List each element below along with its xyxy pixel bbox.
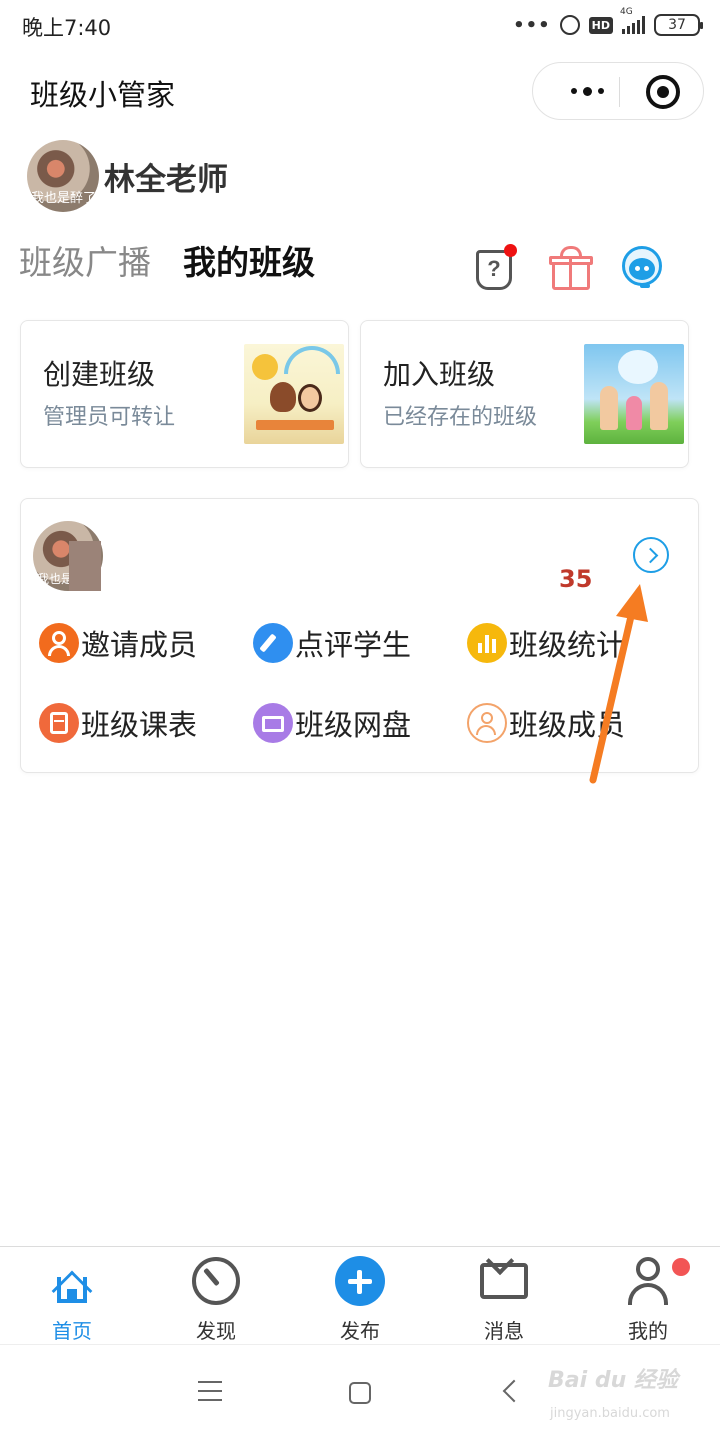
- hd-badge: HD: [588, 16, 613, 34]
- tab-publish[interactable]: 发布: [300, 1255, 420, 1343]
- feature-label: 班级网盘: [295, 708, 412, 742]
- close-miniprogram-icon[interactable]: [646, 75, 680, 109]
- teacher-name: 林全老师: [104, 162, 228, 198]
- review-student-icon: [253, 623, 293, 663]
- join-class-subtitle: 已经存在的班级: [383, 405, 538, 430]
- class-disk-button[interactable]: 班级网盘: [253, 701, 411, 745]
- customer-service-icon[interactable]: [618, 244, 664, 292]
- join-class-title: 加入班级: [383, 358, 496, 391]
- message-icon: [480, 1246, 528, 1305]
- feature-label: 点评学生: [295, 628, 412, 662]
- help-icon[interactable]: ?: [472, 244, 518, 292]
- recent-apps-icon[interactable]: [198, 1381, 222, 1401]
- publish-icon: [335, 1256, 385, 1306]
- join-class-card[interactable]: 加入班级 已经存在的班级: [360, 320, 689, 468]
- watermark-url: jingyan.baidu.com: [550, 1406, 670, 1421]
- tab-discover[interactable]: 发现: [156, 1255, 276, 1343]
- tab-label: 发现: [196, 1319, 236, 1343]
- class-schedule-button[interactable]: 班级课表: [39, 701, 197, 745]
- feature-label: 班级课表: [81, 708, 198, 742]
- watermark: Bai du 经验: [548, 1368, 678, 1393]
- avatar[interactable]: 我也是醉了: [27, 140, 99, 212]
- app-title: 班级小管家: [30, 78, 176, 112]
- member-count: 35: [559, 565, 593, 593]
- tab-class-broadcast[interactable]: 班级广播: [19, 236, 151, 284]
- network-type: 4G: [620, 7, 633, 17]
- profile-icon: [624, 1257, 672, 1305]
- create-class-card[interactable]: 创建班级 管理员可转让: [20, 320, 349, 468]
- status-time: 晚上7:40: [22, 16, 112, 40]
- redacted-area: [69, 541, 101, 591]
- create-class-illustration: [244, 344, 344, 444]
- notification-dot: [504, 244, 517, 257]
- feature-label: 班级统计: [509, 628, 626, 662]
- status-icons: ••• HD 4G 37: [513, 7, 703, 38]
- join-class-illustration: [584, 344, 684, 444]
- signal-icon: 4G: [620, 7, 645, 34]
- tab-label: 首页: [52, 1319, 92, 1343]
- invite-members-button[interactable]: 邀请成员: [39, 621, 197, 665]
- create-class-title: 创建班级: [43, 358, 156, 391]
- class-stats-button[interactable]: 班级统计: [467, 621, 625, 665]
- tab-mine[interactable]: 我的: [588, 1255, 708, 1343]
- discover-icon: [192, 1257, 240, 1305]
- create-class-subtitle: 管理员可转让: [43, 405, 176, 430]
- class-members-icon: [467, 703, 507, 743]
- tab-label: 我的: [628, 1319, 668, 1343]
- feature-label: 邀请成员: [81, 628, 198, 662]
- status-bar: 晚上7:40 ••• HD 4G 37: [0, 0, 720, 50]
- feature-label: 班级成员: [509, 708, 626, 742]
- class-members-button[interactable]: 班级成员: [467, 701, 625, 745]
- more-notifications-icon: •••: [513, 14, 551, 36]
- invite-member-icon: [39, 623, 79, 663]
- class-schedule-icon: [39, 703, 79, 743]
- notification-badge: [672, 1258, 690, 1276]
- class-card[interactable]: 我也是 35 邀请成员 点评学生 班级统计 班级课表 班级网盘 班级成员: [20, 498, 699, 773]
- tab-label: 发布: [340, 1319, 380, 1343]
- home-icon: [48, 1257, 96, 1312]
- alarm-icon: [559, 15, 580, 35]
- tab-my-class[interactable]: 我的班级: [183, 236, 315, 284]
- tab-messages[interactable]: 消息: [444, 1246, 564, 1343]
- class-stats-icon: [467, 623, 507, 663]
- more-options-icon[interactable]: [557, 73, 617, 109]
- avatar-caption: 我也是醉了: [31, 191, 97, 206]
- bottom-tab-bar: 首页 发现 发布 消息 我的: [0, 1246, 720, 1344]
- miniprogram-capsule: [532, 62, 704, 120]
- back-icon[interactable]: [502, 1379, 526, 1403]
- gift-icon[interactable]: [548, 244, 594, 292]
- battery-icon: 37: [654, 14, 703, 36]
- home-button-icon[interactable]: [349, 1382, 371, 1404]
- tab-label: 消息: [484, 1319, 524, 1343]
- class-disk-icon: [253, 703, 293, 743]
- class-detail-arrow-icon[interactable]: [633, 537, 669, 573]
- tab-home[interactable]: 首页: [12, 1255, 132, 1343]
- capsule-divider: [619, 77, 620, 107]
- review-students-button[interactable]: 点评学生: [253, 621, 411, 665]
